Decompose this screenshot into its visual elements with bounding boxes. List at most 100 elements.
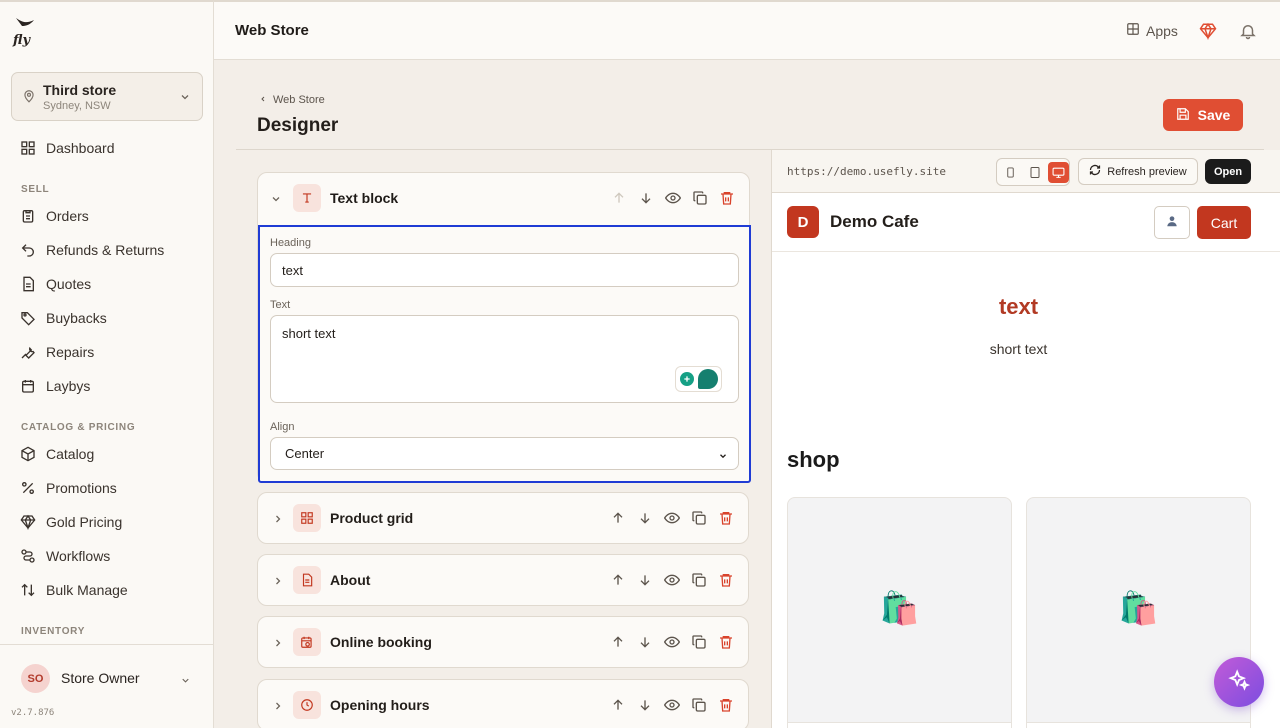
arrow-down-icon[interactable]	[637, 634, 653, 650]
preview-heading: text	[998, 294, 1039, 319]
align-label: Align	[270, 421, 295, 433]
arrow-up-icon[interactable]	[610, 697, 626, 713]
undo-icon	[20, 242, 36, 258]
sidebar-item-gold-pricing[interactable]: Gold Pricing	[20, 510, 122, 534]
arrow-up-icon[interactable]	[611, 190, 627, 211]
grammarly-widget[interactable]	[675, 366, 722, 392]
bell-icon[interactable]	[1239, 22, 1257, 45]
document-icon	[20, 276, 36, 292]
sidebar-item-repairs[interactable]: Repairs	[20, 340, 94, 364]
eye-icon[interactable]	[664, 697, 680, 713]
refresh-label: Refresh preview	[1107, 165, 1187, 178]
sidebar-item-laybys[interactable]: Laybys	[20, 374, 90, 398]
chevron-right-icon[interactable]	[272, 699, 284, 717]
save-button[interactable]: Save	[1163, 99, 1243, 131]
product-card[interactable]: 🛍️	[787, 497, 1012, 728]
chevron-right-icon[interactable]	[272, 636, 284, 654]
trash-icon[interactable]	[718, 510, 734, 526]
eye-icon[interactable]	[664, 634, 680, 650]
sidebar-item-quotes[interactable]: Quotes	[20, 272, 91, 296]
block-actions	[610, 572, 734, 588]
user-menu[interactable]: SO Store Owner v2.7.876	[0, 644, 213, 728]
site-name[interactable]: Demo Cafe	[830, 212, 919, 232]
text-textarea[interactable]: short text	[270, 315, 739, 403]
site-header: D Demo Cafe Cart	[772, 193, 1280, 252]
duplicate-icon[interactable]	[691, 634, 707, 650]
duplicate-icon[interactable]	[691, 510, 707, 526]
block-actions	[610, 697, 734, 713]
ai-assistant-button[interactable]	[1214, 657, 1264, 707]
dashboard-icon	[20, 140, 36, 156]
trash-icon[interactable]	[718, 634, 734, 650]
arrow-up-icon[interactable]	[610, 572, 626, 588]
cart-button[interactable]: Cart	[1197, 206, 1251, 239]
arrow-up-icon[interactable]	[610, 510, 626, 526]
sidebar-section-inventory: INVENTORY	[21, 626, 86, 637]
eye-icon[interactable]	[664, 190, 682, 211]
block-actions	[610, 634, 734, 650]
refresh-preview-button[interactable]: Refresh preview	[1078, 158, 1198, 185]
store-switcher[interactable]: Third store Sydney, NSW	[11, 72, 203, 121]
chevron-down-icon	[718, 449, 728, 464]
sidebar-item-orders[interactable]: Orders	[20, 204, 89, 228]
eye-icon[interactable]	[664, 510, 680, 526]
arrow-down-icon[interactable]	[638, 190, 654, 211]
apps-button[interactable]: Apps	[1126, 22, 1178, 39]
arrow-up-icon[interactable]	[610, 634, 626, 650]
sidebar-item-label: Quotes	[46, 276, 92, 292]
site-logo[interactable]: D	[787, 206, 819, 238]
duplicate-icon[interactable]	[692, 190, 708, 211]
arrow-down-icon[interactable]	[637, 697, 653, 713]
text-type-icon	[293, 184, 321, 212]
duplicate-icon[interactable]	[691, 697, 707, 713]
sidebar-section-catalog: CATALOG & PRICING	[21, 422, 136, 433]
open-button[interactable]: Open	[1205, 159, 1251, 184]
sidebar-item-label: Repairs	[46, 344, 95, 360]
sidebar-item-promotions[interactable]: Promotions	[20, 476, 117, 500]
trash-icon[interactable]	[718, 697, 734, 713]
block-opening-hours[interactable]: Opening hours	[257, 679, 749, 728]
sidebar-item-label: Dashboard	[46, 140, 115, 156]
sidebar-item-bulk-manage[interactable]: Bulk Manage	[20, 578, 128, 602]
duplicate-icon[interactable]	[691, 572, 707, 588]
user-icon	[1165, 214, 1179, 231]
eye-icon[interactable]	[664, 572, 680, 588]
sidebar-item-workflows[interactable]: Workflows	[20, 544, 110, 568]
trash-icon[interactable]	[719, 190, 735, 211]
chevron-right-icon[interactable]	[272, 574, 284, 592]
percent-icon	[20, 480, 36, 496]
account-button[interactable]	[1154, 206, 1190, 239]
avatar: SO	[21, 664, 50, 693]
breadcrumb[interactable]: Web Store	[259, 94, 325, 106]
sidebar-item-catalog[interactable]: Catalog	[20, 442, 94, 466]
add-icon	[679, 372, 694, 386]
product-card-footer	[1027, 722, 1250, 728]
trash-icon[interactable]	[718, 572, 734, 588]
sparkles-icon	[1228, 668, 1251, 696]
block-online-booking[interactable]: Online booking	[257, 616, 749, 668]
arrow-down-icon[interactable]	[637, 572, 653, 588]
shopping-bag-icon: 🛍️	[1118, 590, 1159, 626]
tablet-view-button[interactable]	[1024, 162, 1045, 183]
mobile-view-button[interactable]	[1000, 162, 1021, 183]
sidebar-item-label: Gold Pricing	[46, 514, 123, 530]
align-select[interactable]: Center	[270, 437, 739, 470]
heading-input[interactable]	[270, 253, 739, 287]
chevron-right-icon[interactable]	[272, 512, 284, 530]
grammarly-icon	[697, 369, 718, 389]
block-title: Product grid	[330, 510, 414, 526]
block-header[interactable]: Text block	[258, 173, 749, 225]
desktop-view-button[interactable]	[1048, 161, 1069, 183]
gem-icon[interactable]	[1199, 22, 1217, 45]
fly-logo[interactable]: fly	[12, 16, 38, 48]
sidebar-item-label: Orders	[46, 208, 89, 224]
sidebar-item-refunds[interactable]: Refunds & Returns	[20, 238, 164, 262]
arrow-down-icon[interactable]	[637, 510, 653, 526]
sidebar-item-dashboard[interactable]: Dashboard	[20, 136, 115, 160]
sidebar-item-label: Workflows	[46, 548, 111, 564]
chevron-down-icon[interactable]	[270, 192, 282, 210]
block-about[interactable]: About	[257, 554, 749, 606]
block-product-grid[interactable]: Product grid	[257, 492, 749, 544]
sidebar-item-buybacks[interactable]: Buybacks	[20, 306, 107, 330]
save-label: Save	[1197, 107, 1231, 123]
